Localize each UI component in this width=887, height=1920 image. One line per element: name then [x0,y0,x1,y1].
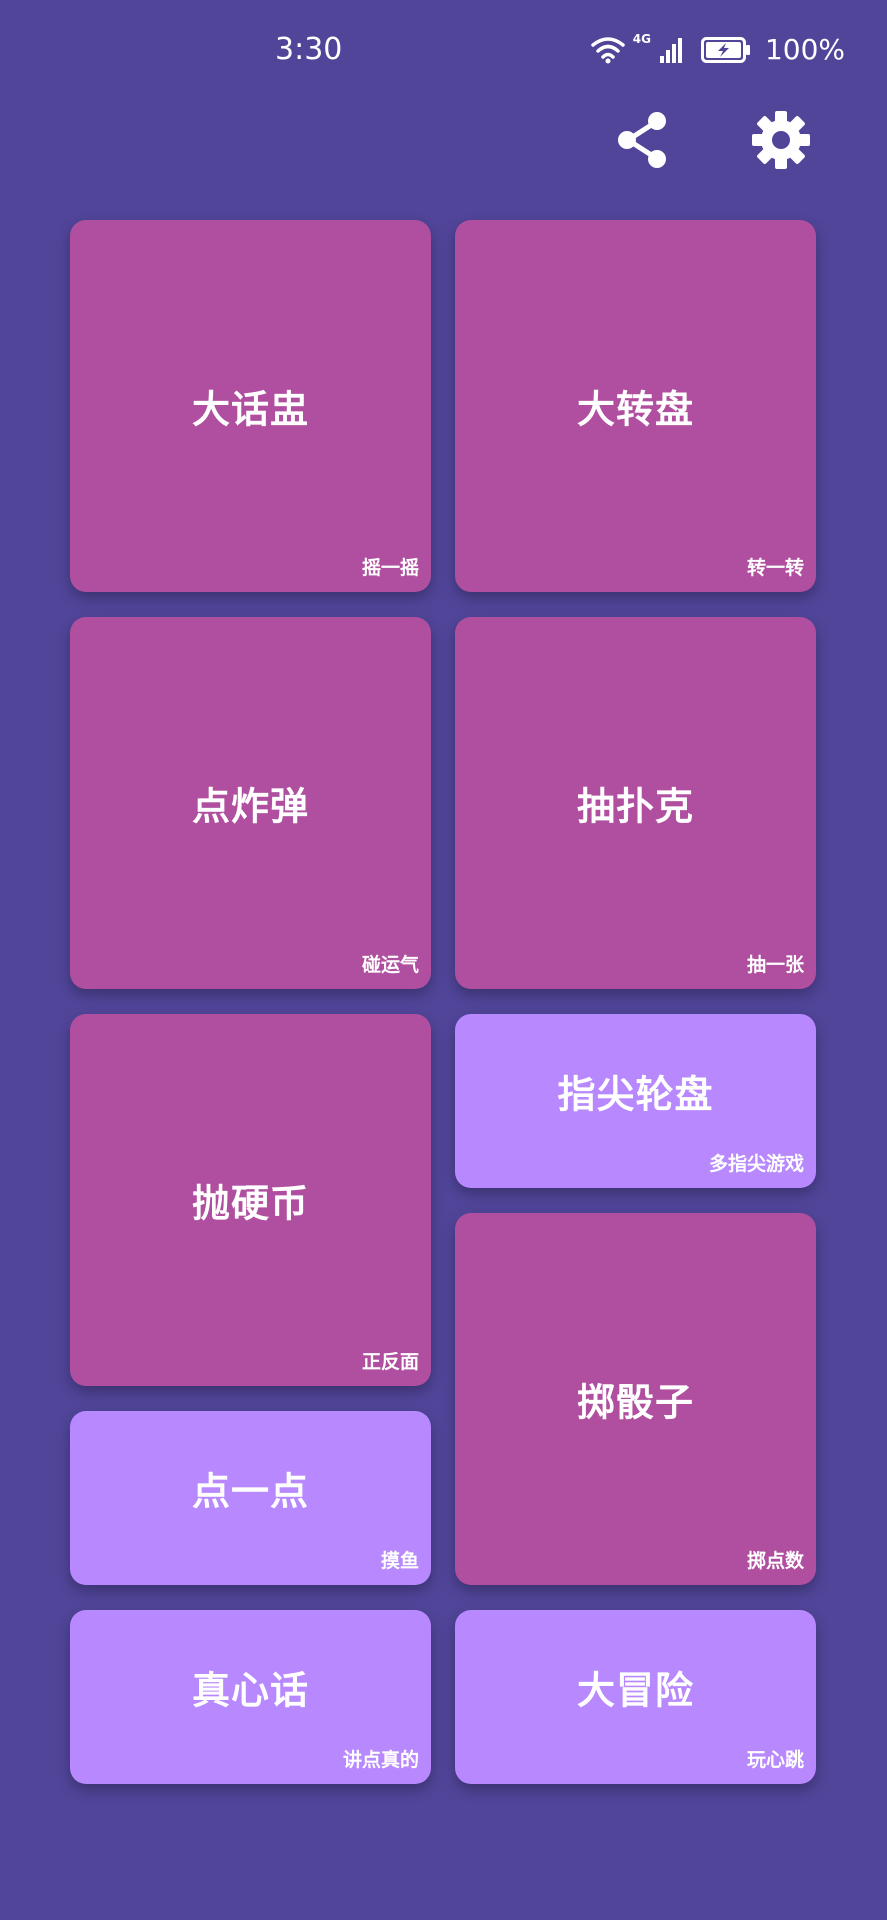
card-title: 指尖轮盘 [557,1072,714,1117]
signal-icon [659,38,682,63]
card-title: 掷骰子 [576,1380,694,1425]
status-time: 3:30 [275,32,343,67]
card-truth[interactable]: 真心话 讲点真的 [70,1610,431,1784]
status-icons: 4G 100% [590,30,845,70]
settings-button[interactable] [749,108,813,172]
card-title: 大话盅 [191,387,309,432]
battery-icon [700,37,750,63]
wifi-icon [590,37,625,64]
card-title: 点一点 [191,1469,309,1514]
card-wheel[interactable]: 大转盘 转一转 [455,220,816,592]
card-subtitle: 转一转 [746,557,804,579]
card-title: 大转盘 [576,387,694,432]
card-bomb[interactable]: 点炸弹 碰运气 [70,617,431,989]
card-subtitle: 抽一张 [746,954,804,976]
card-subtitle: 摸鱼 [380,1550,419,1572]
card-coin[interactable]: 抛硬币 正反面 [70,1014,431,1386]
battery-percent: 100% [764,33,845,66]
card-subtitle: 掷点数 [746,1550,804,1572]
card-poker[interactable]: 抽扑克 抽一张 [455,617,816,989]
card-subtitle: 正反面 [361,1351,419,1373]
card-subtitle: 讲点真的 [342,1749,419,1771]
card-title: 抛硬币 [191,1181,309,1226]
card-subtitle: 多指尖游戏 [708,1153,804,1175]
card-dare[interactable]: 大冒险 玩心跳 [455,1610,816,1784]
card-finger-roulette[interactable]: 指尖轮盘 多指尖游戏 [455,1014,816,1188]
card-subtitle: 碰运气 [361,954,419,976]
share-button[interactable] [610,108,674,172]
card-subtitle: 摇一摇 [361,557,419,579]
card-subtitle: 玩心跳 [746,1749,804,1771]
share-icon [618,112,666,168]
network-type: 4G [632,32,651,46]
card-dice[interactable]: 掷骰子 掷点数 [455,1213,816,1585]
status-bar: 3:30 4G 100% [0,0,887,100]
card-tap[interactable]: 点一点 摸鱼 [70,1411,431,1585]
card-title: 点炸弹 [191,784,309,829]
card-title: 真心话 [191,1668,309,1713]
card-dice-cup[interactable]: 大话盅 摇一摇 [70,220,431,592]
gear-icon [752,111,810,169]
card-title: 抽扑克 [576,784,694,829]
card-title: 大冒险 [576,1668,694,1713]
